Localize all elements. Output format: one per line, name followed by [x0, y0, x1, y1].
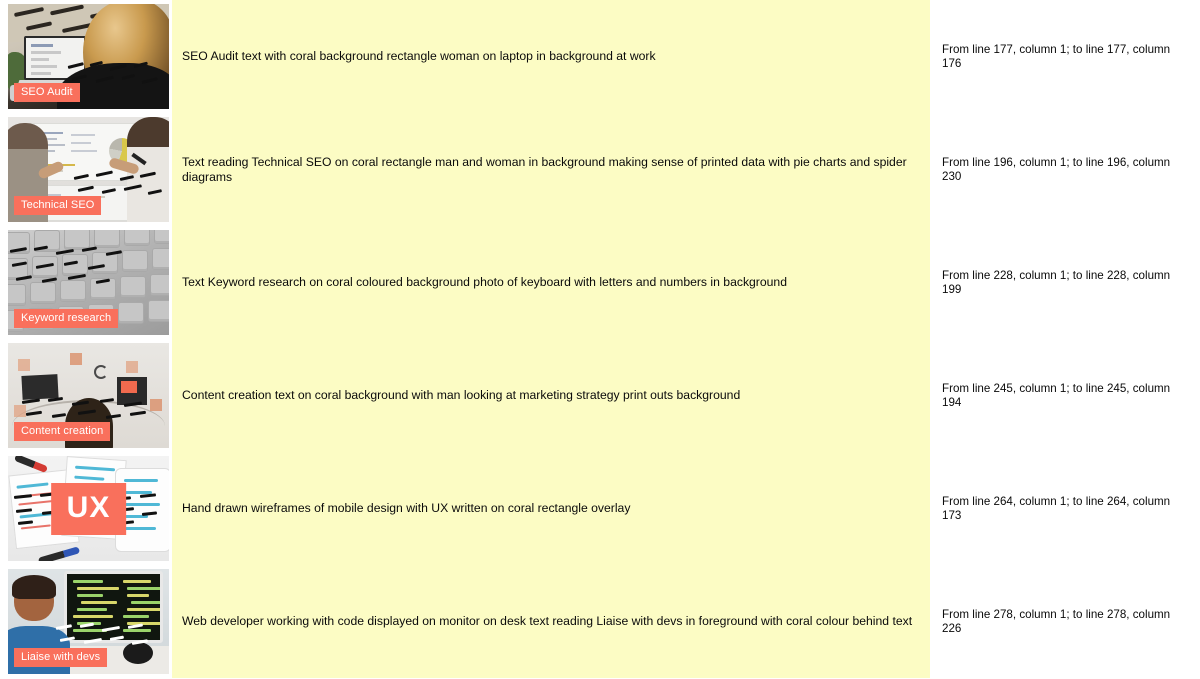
location-value: From line 264, column 1; to line 264, co…: [942, 494, 1171, 522]
table-row[interactable]: Liaise with devs Web developer working w…: [0, 565, 1200, 678]
thumbnail-cell: SEO Audit: [0, 0, 172, 113]
alt-text-value: Hand drawn wireframes of mobile design w…: [182, 501, 631, 516]
thumbnail-cell: Liaise with devs: [0, 565, 172, 678]
alt-text-cell: Hand drawn wireframes of mobile design w…: [172, 452, 930, 565]
alt-text-value: Content creation text on coral backgroun…: [182, 388, 741, 403]
table-row[interactable]: Content creation Content creation text o…: [0, 339, 1200, 452]
alt-text-value: Text Keyword research on coral coloured …: [182, 275, 787, 290]
location-value: From line 278, column 1; to line 278, co…: [942, 607, 1171, 635]
location-cell: From line 278, column 1; to line 278, co…: [930, 565, 1200, 678]
location-cell: From line 196, column 1; to line 196, co…: [930, 113, 1200, 226]
table-row[interactable]: SEO Audit SEO Audit text with coral back…: [0, 0, 1200, 113]
alt-text-cell: Content creation text on coral backgroun…: [172, 339, 930, 452]
location-value: From line 177, column 1; to line 177, co…: [942, 42, 1171, 70]
alt-text-cell: SEO Audit text with coral background rec…: [172, 0, 930, 113]
alt-text-cell: Text Keyword research on coral coloured …: [172, 226, 930, 339]
image-badge-label: Keyword research: [14, 309, 119, 328]
seo-audit-thumbnail[interactable]: SEO Audit: [8, 4, 169, 109]
image-badge-label: UX: [50, 482, 127, 535]
thumbnail-cell: Technical SEO: [0, 113, 172, 226]
image-badge-label: Technical SEO: [14, 196, 102, 215]
alt-text-value: SEO Audit text with coral background rec…: [182, 49, 656, 64]
table-row[interactable]: UX Hand drawn wireframes of mobile desig…: [0, 452, 1200, 565]
image-badge-label: Content creation: [14, 422, 111, 441]
alt-text-table: SEO Audit SEO Audit text with coral back…: [0, 0, 1200, 678]
ux-thumbnail[interactable]: UX: [8, 456, 169, 561]
table-row[interactable]: Keyword research Text Keyword research o…: [0, 226, 1200, 339]
thumbnail-cell: Keyword research: [0, 226, 172, 339]
thumbnail-cell: Content creation: [0, 339, 172, 452]
thumbnail-cell: UX: [0, 452, 172, 565]
alt-text-cell: Text reading Technical SEO on coral rect…: [172, 113, 930, 226]
location-value: From line 245, column 1; to line 245, co…: [942, 381, 1171, 409]
technical-seo-thumbnail[interactable]: Technical SEO: [8, 117, 169, 222]
liaise-with-devs-thumbnail[interactable]: Liaise with devs: [8, 569, 169, 674]
image-badge-label: Liaise with devs: [14, 648, 108, 667]
keyword-research-thumbnail[interactable]: Keyword research: [8, 230, 169, 335]
table-row[interactable]: Technical SEO Text reading Technical SEO…: [0, 113, 1200, 226]
alt-text-cell: Web developer working with code displaye…: [172, 565, 930, 678]
location-cell: From line 228, column 1; to line 228, co…: [930, 226, 1200, 339]
alt-text-value: Web developer working with code displaye…: [182, 614, 913, 629]
location-cell: From line 245, column 1; to line 245, co…: [930, 339, 1200, 452]
location-cell: From line 264, column 1; to line 264, co…: [930, 452, 1200, 565]
location-value: From line 196, column 1; to line 196, co…: [942, 155, 1171, 183]
location-cell: From line 177, column 1; to line 177, co…: [930, 0, 1200, 113]
location-value: From line 228, column 1; to line 228, co…: [942, 268, 1171, 296]
content-creation-thumbnail[interactable]: Content creation: [8, 343, 169, 448]
alt-text-value: Text reading Technical SEO on coral rect…: [182, 155, 907, 184]
image-badge-label: SEO Audit: [14, 83, 80, 102]
alt-text-audit-page: SEO Audit SEO Audit text with coral back…: [0, 0, 1200, 679]
